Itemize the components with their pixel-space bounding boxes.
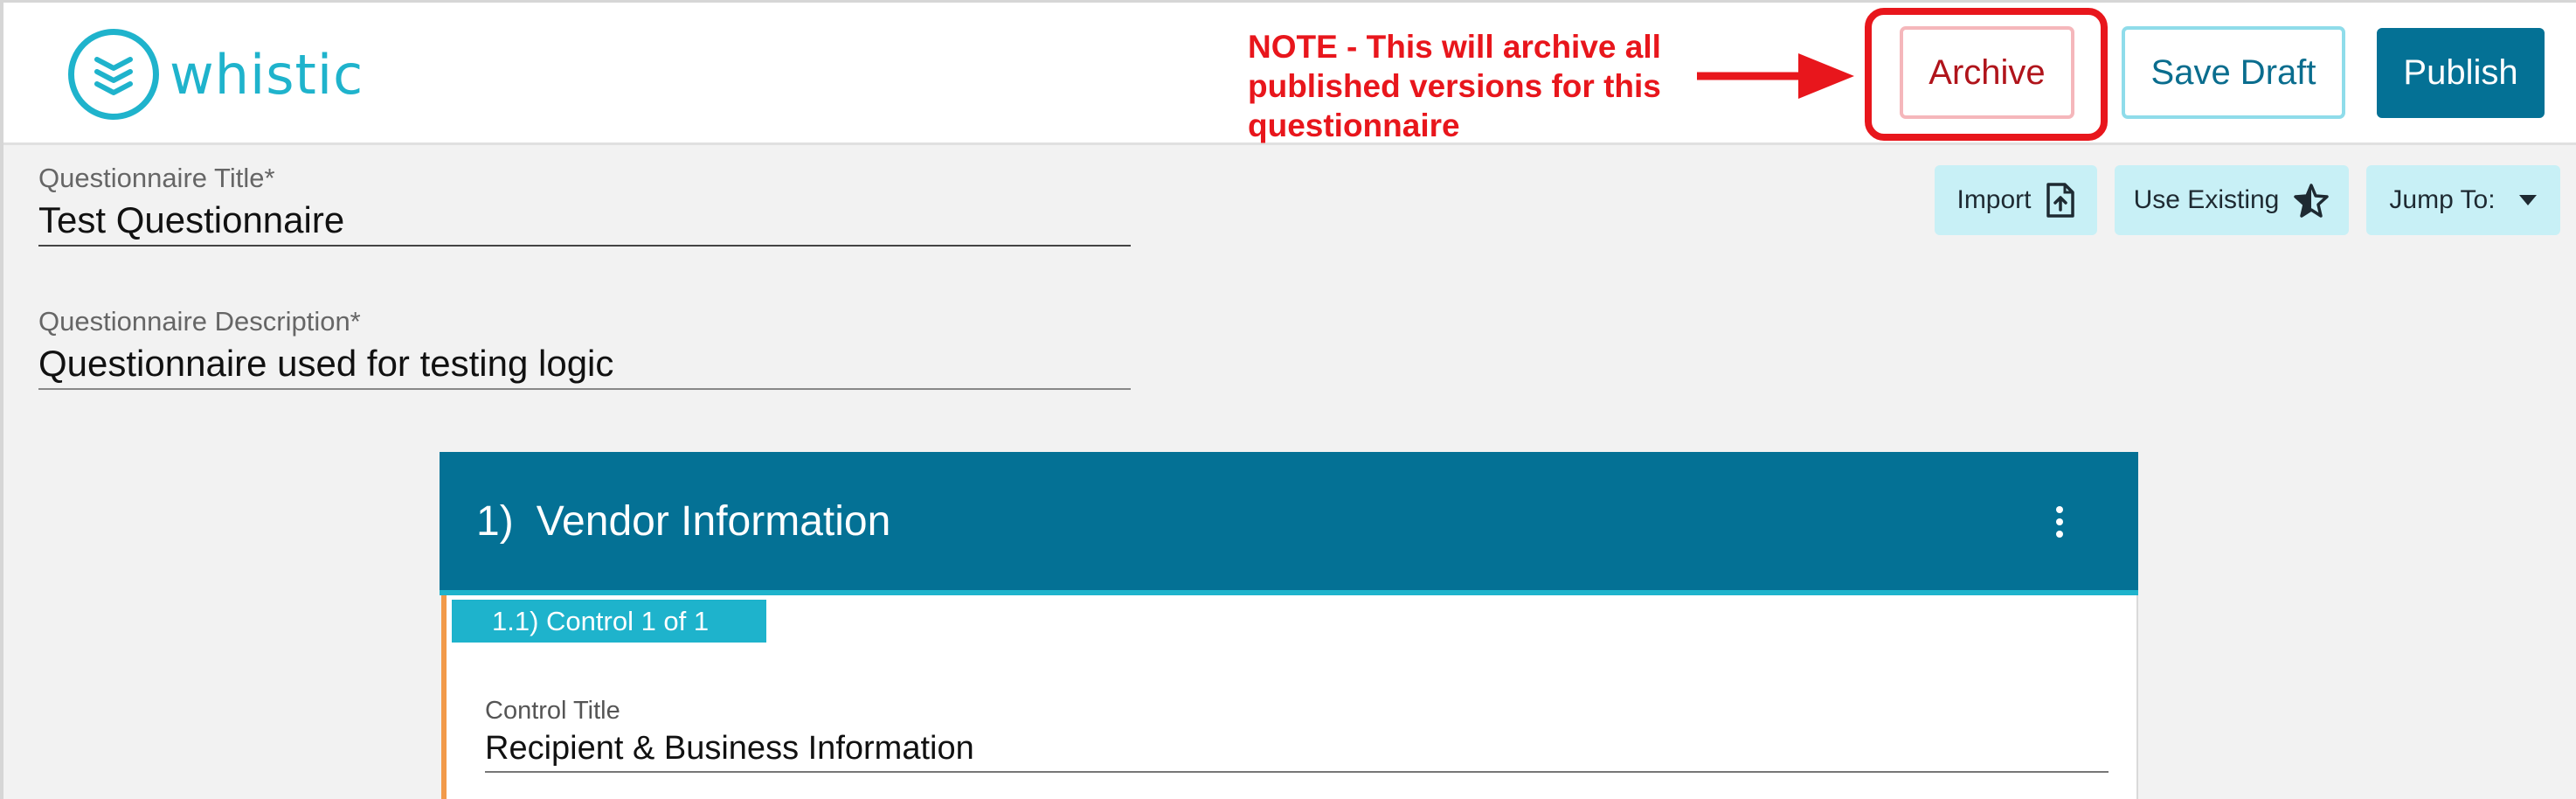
questionnaire-description-label: Questionnaire Description*: [38, 306, 361, 337]
use-existing-label: Use Existing: [2133, 185, 2280, 214]
archive-button[interactable]: Archive: [1900, 26, 2074, 119]
publish-button[interactable]: Publish: [2377, 28, 2545, 118]
annotation-arrow-icon: [1697, 53, 1854, 99]
questionnaire-description-input[interactable]: Questionnaire used for testing logic: [38, 343, 1131, 390]
control-tag: 1.1) Control 1 of 1: [452, 600, 766, 643]
whistic-logo-icon: [68, 29, 159, 120]
section-number: 1): [476, 497, 514, 545]
app-header: whistic NOTE - This will archive all pub…: [3, 3, 2576, 145]
jump-to-dropdown[interactable]: Jump To:: [2366, 165, 2560, 235]
questionnaire-title-input[interactable]: Test Questionnaire: [38, 199, 1131, 247]
import-button[interactable]: Import: [1935, 165, 2097, 235]
star-icon: [2293, 183, 2330, 218]
import-label: Import: [1956, 185, 2032, 214]
caret-down-icon: [2518, 194, 2538, 206]
file-upload-icon: [2046, 182, 2075, 219]
save-draft-button[interactable]: Save Draft: [2122, 26, 2345, 119]
whistic-logo[interactable]: whistic: [68, 29, 364, 120]
jump-to-label: Jump To:: [2389, 185, 2496, 214]
archive-note-annotation: NOTE - This will archive all published v…: [1248, 29, 1661, 143]
control-card: 1.1) Control 1 of 1 Control Title Recipi…: [441, 595, 2138, 799]
section-title: Vendor Information: [536, 497, 891, 545]
kebab-menu-icon[interactable]: [2056, 506, 2065, 538]
control-title-label: Control Title: [485, 697, 620, 725]
use-existing-button[interactable]: Use Existing: [2115, 165, 2349, 235]
questionnaire-title-label: Questionnaire Title*: [38, 163, 275, 193]
section-header-vendor-information: 1) Vendor Information: [440, 452, 2138, 595]
control-title-input[interactable]: Recipient & Business Information: [485, 730, 2109, 773]
logo-text: whistic: [170, 42, 364, 107]
